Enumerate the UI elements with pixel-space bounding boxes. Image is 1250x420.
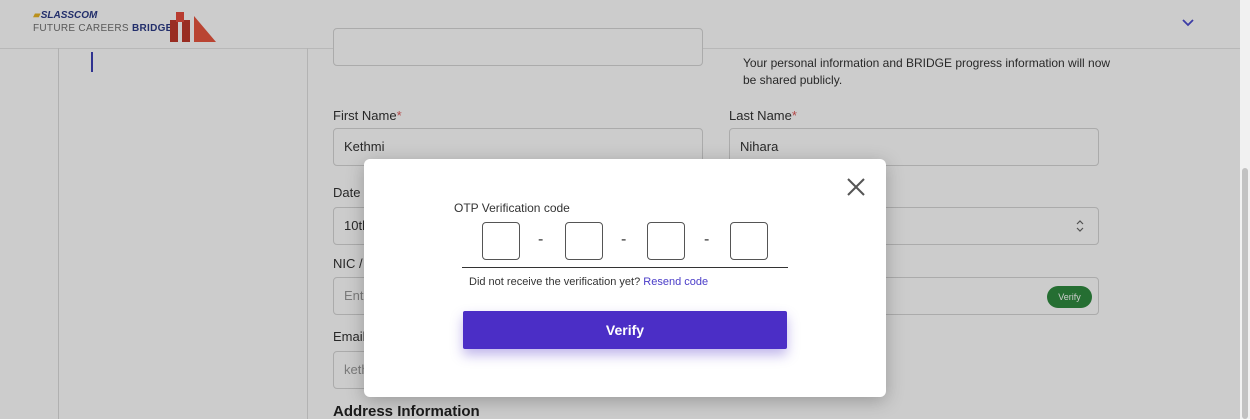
close-icon[interactable] (844, 175, 868, 199)
otp-digit-4[interactable] (730, 222, 768, 260)
verify-button[interactable]: Verify (463, 311, 787, 349)
resend-row: Did not receive the verification yet? Re… (469, 276, 708, 288)
resend-prompt: Did not receive the verification yet? (469, 276, 641, 288)
otp-modal: OTP Verification code - - - Did not rece… (364, 159, 886, 397)
otp-digit-1[interactable] (482, 222, 520, 260)
otp-separator: - (621, 231, 627, 248)
otp-label: OTP Verification code (454, 201, 570, 215)
otp-digit-3[interactable] (647, 222, 685, 260)
scrollbar-thumb[interactable] (1242, 168, 1248, 419)
resend-code-link[interactable]: Resend code (643, 276, 708, 288)
profile-page: ▰SLASSCOM FUTURE CAREERS BRIDGE Your per… (0, 0, 1250, 420)
otp-underline (462, 267, 788, 268)
otp-digit-2[interactable] (565, 222, 603, 260)
otp-separator: - (538, 231, 544, 248)
otp-separator: - (704, 231, 710, 248)
